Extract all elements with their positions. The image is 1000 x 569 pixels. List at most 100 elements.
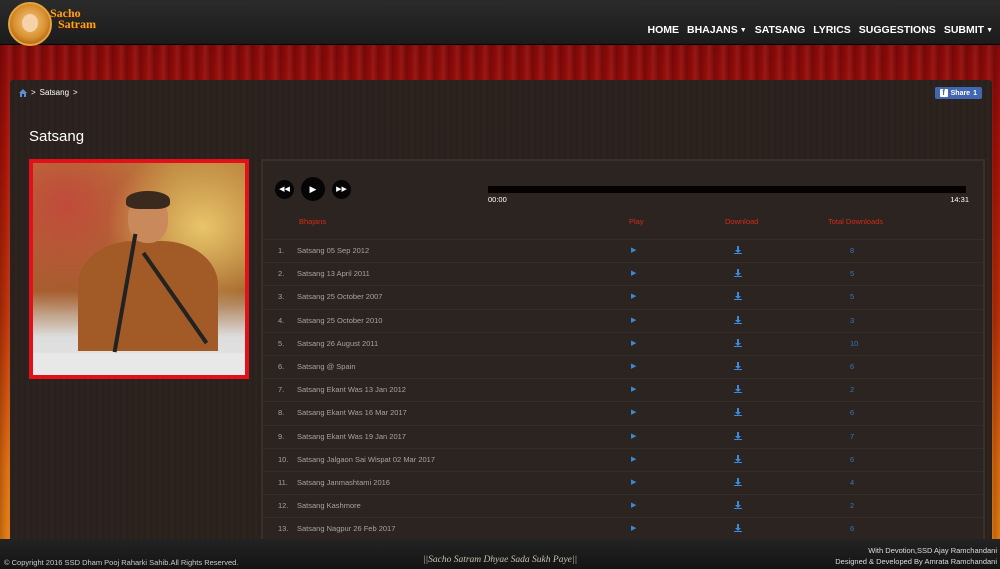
- play-icon[interactable]: ▶: [631, 478, 636, 486]
- play-icon[interactable]: ▶: [631, 501, 636, 509]
- play-icon[interactable]: ▶: [631, 246, 636, 254]
- nav-suggestions[interactable]: SUGGESTIONS: [855, 24, 940, 36]
- download-icon[interactable]: [734, 269, 742, 278]
- play-icon[interactable]: ▶: [631, 432, 636, 440]
- download-count: 6: [850, 408, 855, 418]
- rewind-icon[interactable]: ◀◀: [275, 179, 294, 199]
- track-title[interactable]: Satsang 13 April 2011: [297, 269, 370, 278]
- nav-bhajans[interactable]: BHAJANS ▼: [683, 24, 751, 36]
- play-icon[interactable]: ▶: [301, 177, 325, 201]
- credit-line-2: Designed & Developed By Amrata Ramchanda…: [835, 557, 997, 566]
- track-number: 12.: [278, 501, 289, 511]
- play-icon[interactable]: ▶: [631, 385, 636, 393]
- play-icon[interactable]: ▶: [631, 455, 636, 463]
- credit-line-1: With Devotion,SSD Ajay Ramchandani: [868, 546, 997, 555]
- download-icon[interactable]: [734, 431, 742, 440]
- download-icon[interactable]: [734, 315, 742, 324]
- play-icon[interactable]: ▶: [631, 292, 636, 300]
- download-count: 2: [850, 501, 855, 511]
- main-nav: HOME BHAJANS ▼ SATSANG LYRICS SUGGESTIONS…: [643, 24, 997, 36]
- track-title[interactable]: Satsang Ekant Was 13 Jan 2012: [297, 385, 406, 394]
- track-title[interactable]: Satsang 05 Sep 2012: [297, 246, 369, 255]
- track-title[interactable]: Satsang 26 August 2011: [297, 339, 378, 348]
- breadcrumb: > Satsang >: [19, 88, 78, 97]
- satsang-photo: [29, 159, 249, 379]
- share-label: Share: [950, 89, 971, 97]
- download-icon[interactable]: [734, 246, 742, 254]
- track-title[interactable]: Satsang Janmashtami 2016: [297, 478, 390, 487]
- download-count: 6: [850, 361, 855, 371]
- logo-text[interactable]: Sacho Satram: [50, 7, 96, 31]
- download-icon[interactable]: [734, 454, 742, 463]
- download-icon[interactable]: [734, 361, 742, 370]
- track-title[interactable]: Satsang Ekant Was 16 Mar 2017: [297, 408, 407, 417]
- progress-bar[interactable]: [488, 186, 966, 193]
- track-number: 10.: [278, 454, 289, 464]
- track-number: 5.: [278, 338, 285, 348]
- download-icon[interactable]: [734, 385, 742, 394]
- play-icon[interactable]: ▶: [631, 524, 636, 532]
- download-count: 6: [850, 454, 855, 464]
- facebook-icon: f: [939, 89, 948, 97]
- play-icon[interactable]: ▶: [631, 362, 636, 370]
- play-icon[interactable]: ▶: [631, 339, 636, 347]
- fast-forward-icon[interactable]: ▶▶: [332, 179, 351, 199]
- track-number: 3.: [278, 292, 285, 302]
- table-row: 12. Satsang Kashmore ▶ 2: [263, 494, 983, 517]
- col-download: Download: [725, 217, 759, 226]
- duration: 14:31: [950, 195, 969, 204]
- table-row: 6. Satsang @ Spain ▶ 6: [263, 354, 983, 378]
- play-icon[interactable]: ▶: [631, 269, 636, 277]
- track-number: 9.: [278, 431, 285, 441]
- track-title[interactable]: Satsang @ Spain: [297, 362, 355, 371]
- breadcrumb-separator: >: [73, 88, 78, 97]
- table-row: 7. Satsang Ekant Was 13 Jan 2012 ▶ 2: [263, 378, 983, 401]
- podium: [33, 353, 245, 375]
- download-count: 7: [850, 431, 855, 441]
- track-number: 13.: [278, 524, 289, 534]
- logo-line-2: Satram: [58, 17, 96, 31]
- track-title[interactable]: Satsang Ekant Was 19 Jan 2017: [297, 432, 406, 441]
- logo-portrait: [22, 14, 38, 32]
- track-title[interactable]: Satsang Kashmore: [297, 501, 361, 510]
- caret-down-icon: ▼: [986, 27, 993, 34]
- nav-home[interactable]: HOME: [643, 24, 683, 36]
- download-icon[interactable]: [734, 477, 742, 486]
- table-header: Bhajans Play Download Total Downloads: [263, 217, 983, 231]
- download-icon[interactable]: [734, 408, 742, 417]
- track-title[interactable]: Satsang Nagpur 26 Feb 2017: [297, 524, 395, 533]
- track-title[interactable]: Satsang Jalgaon Sai Wispat 02 Mar 2017: [297, 455, 435, 464]
- download-icon[interactable]: [734, 292, 742, 301]
- speaker-hair: [126, 191, 170, 209]
- download-icon[interactable]: [734, 524, 742, 533]
- breadcrumb-current[interactable]: Satsang: [40, 88, 69, 97]
- track-number: 7.: [278, 385, 285, 395]
- facebook-share-button[interactable]: f Share 1: [934, 87, 982, 99]
- download-count: 8: [850, 246, 855, 255]
- nav-lyrics[interactable]: LYRICS: [809, 24, 855, 36]
- track-title[interactable]: Satsang 25 October 2007: [297, 292, 382, 301]
- nav-satsang[interactable]: SATSANG: [751, 24, 810, 36]
- play-icon[interactable]: ▶: [631, 408, 636, 416]
- col-bhajans: Bhajans: [299, 217, 327, 226]
- download-icon[interactable]: [734, 338, 742, 347]
- track-number: 11.: [278, 477, 288, 487]
- col-play: Play: [629, 217, 644, 226]
- track-number: 4.: [278, 315, 285, 325]
- nav-submit[interactable]: SUBMIT ▼: [940, 24, 997, 36]
- table-row: 9. Satsang Ekant Was 19 Jan 2017 ▶ 7: [263, 424, 983, 448]
- home-icon[interactable]: [19, 88, 27, 97]
- table-row: 11. Satsang Janmashtami 2016 ▶ 4: [263, 470, 983, 494]
- breadcrumb-separator: >: [31, 88, 36, 97]
- download-icon[interactable]: [734, 501, 742, 510]
- track-title[interactable]: Satsang 25 October 2010: [297, 316, 382, 325]
- page-title: Satsang: [29, 128, 85, 145]
- logo[interactable]: [8, 2, 52, 46]
- audio-list-box: ◀◀ ▶ ▶▶ 00:00 14:31 Bhajans Play Downloa…: [261, 159, 985, 544]
- track-list: 1. Satsang 05 Sep 2012 ▶ 8 2. Satsang 13 Apri…: [263, 239, 983, 542]
- share-count: 1: [973, 89, 977, 97]
- download-count: 10: [850, 338, 859, 348]
- table-row: 5. Satsang 26 August 2011 ▶ 10: [263, 331, 983, 355]
- play-icon[interactable]: ▶: [631, 316, 636, 324]
- current-time: 00:00: [488, 195, 507, 204]
